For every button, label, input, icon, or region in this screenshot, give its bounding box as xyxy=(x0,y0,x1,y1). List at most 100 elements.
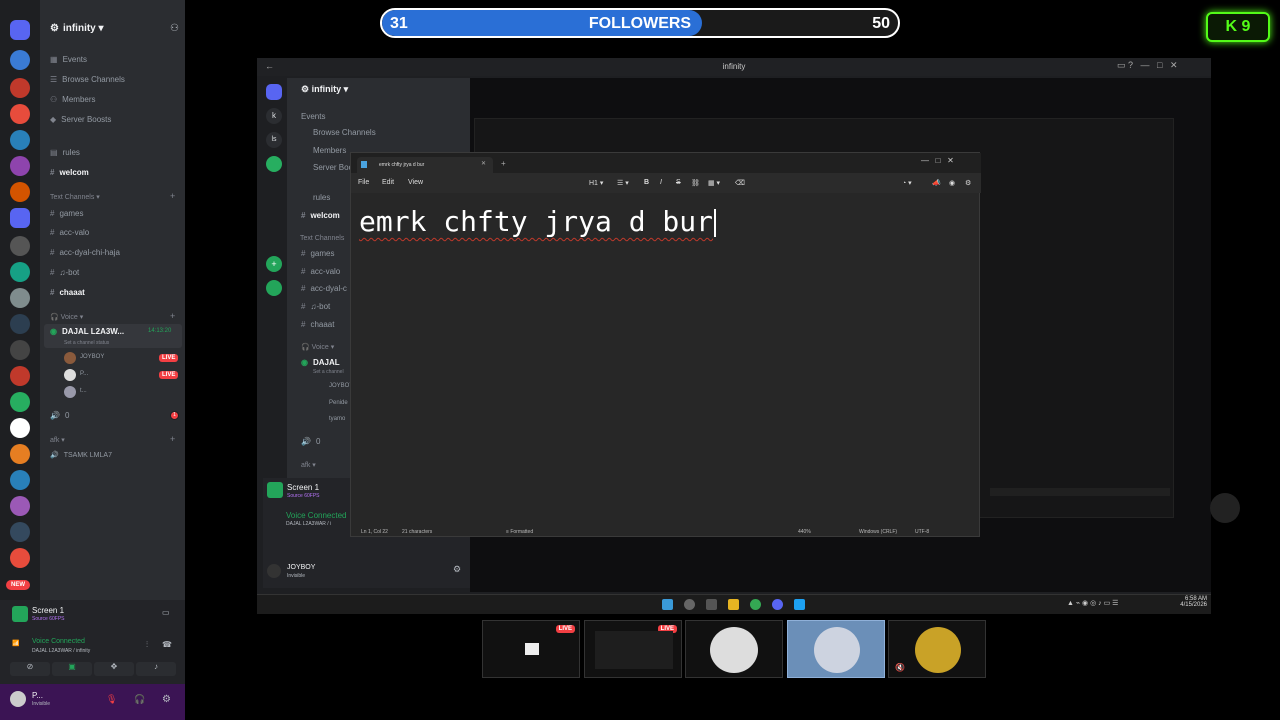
windows-start-icon[interactable] xyxy=(662,599,673,610)
voice-user-name[interactable]: Penide xyxy=(329,400,348,406)
avatar[interactable] xyxy=(10,691,26,707)
status-format[interactable]: ≡ Formatted xyxy=(506,529,533,535)
voice-category[interactable]: 🎧 Voice ▾ xyxy=(50,313,83,321)
channel-acc-valo[interactable]: # acc-valo xyxy=(50,228,89,237)
server-icon[interactable] xyxy=(266,156,282,172)
folder-icon[interactable] xyxy=(10,208,30,228)
server-icon[interactable] xyxy=(10,182,30,202)
server-icon[interactable] xyxy=(10,130,30,150)
status-encoding[interactable]: UTF-8 xyxy=(915,529,929,535)
server-icon[interactable] xyxy=(10,418,30,438)
username[interactable]: JOYBOY xyxy=(287,564,315,571)
channel-acc-dyal[interactable]: # acc-dyal-c xyxy=(301,284,347,293)
headphones-icon[interactable]: 🎧 xyxy=(134,694,145,705)
channel-chaaat[interactable]: # chaaat xyxy=(301,320,334,329)
add-channel-icon[interactable]: + xyxy=(170,311,175,321)
channel-chaaat[interactable]: # chaaat xyxy=(50,288,85,297)
strikethrough-icon[interactable]: S xyxy=(676,179,681,186)
avatar[interactable] xyxy=(64,352,76,364)
soundboard-button[interactable]: ♪ xyxy=(136,662,176,676)
afk-category[interactable]: afk ▾ xyxy=(301,461,316,469)
server-icon[interactable] xyxy=(10,366,30,386)
chrome-icon[interactable] xyxy=(750,599,761,610)
voice-user-name[interactable]: P... xyxy=(80,371,88,377)
avatar[interactable] xyxy=(64,369,76,381)
italic-icon[interactable]: I xyxy=(660,179,662,186)
bold-icon[interactable]: B xyxy=(644,179,649,186)
server-icon[interactable] xyxy=(10,314,30,334)
user-tile[interactable] xyxy=(685,620,783,678)
notepad-tab-title[interactable]: emrk chfty jrya d bur xyxy=(379,162,424,168)
notepad-editor[interactable]: emrk chfty jrya d bur xyxy=(359,205,717,238)
new-tab-icon[interactable]: + xyxy=(501,159,506,168)
menu-view[interactable]: View xyxy=(408,179,423,186)
voice-channel-0[interactable]: 🔊 0 xyxy=(301,437,320,446)
settings-gear-icon[interactable]: ⚙ xyxy=(162,694,171,705)
user-status[interactable]: Invisible xyxy=(287,573,305,579)
server-icon[interactable] xyxy=(10,496,30,516)
channel-bot[interactable]: # ♫-bot xyxy=(50,268,79,277)
announcement-icon[interactable]: 📣 xyxy=(932,179,941,187)
channel-status[interactable]: Set a channel xyxy=(313,369,344,375)
sidebar-item-members[interactable]: Members xyxy=(313,146,346,155)
sidebar-item-server-boosts[interactable]: Server Boo xyxy=(313,163,353,172)
discord-icon[interactable] xyxy=(772,599,783,610)
voice-path[interactable]: DAJAL L2A3WAR / i xyxy=(286,521,331,527)
channel-acc-dyal-chi-haja[interactable]: # acc-dyal-chi-haja xyxy=(50,248,120,257)
popout-icon[interactable]: ▭ xyxy=(162,608,170,617)
file-explorer-icon[interactable] xyxy=(728,599,739,610)
server-icon[interactable] xyxy=(10,392,30,412)
voice-connected-label[interactable]: Voice Connected xyxy=(32,638,85,645)
clear-format-icon[interactable]: ⌫ xyxy=(735,179,745,187)
server-icon[interactable] xyxy=(10,262,30,282)
server-icon[interactable] xyxy=(10,78,30,98)
status-line-ending[interactable]: Windows (CRLF) xyxy=(859,529,897,535)
server-icon[interactable] xyxy=(10,156,30,176)
avatar[interactable] xyxy=(64,386,76,398)
back-arrow-icon[interactable]: ← xyxy=(265,61,274,71)
stream-thumbnail[interactable]: LIVE xyxy=(482,620,580,678)
account-icon[interactable]: ◉ xyxy=(949,179,955,187)
add-friend-icon[interactable]: ⚇ xyxy=(170,23,179,34)
user-tile[interactable] xyxy=(787,620,885,678)
user-status[interactable]: Invisible xyxy=(32,701,50,707)
sidebar-item-events[interactable]: Events xyxy=(301,112,325,121)
discord-home-icon[interactable] xyxy=(266,84,282,100)
username[interactable]: P... xyxy=(32,691,43,700)
channel-bot[interactable]: # ♫-bot xyxy=(301,302,330,311)
settings-gear-icon[interactable]: ⚙ xyxy=(453,564,461,575)
voice-path[interactable]: DAJAL L2A3WAR / infinity xyxy=(32,648,90,654)
sidebar-item-server-boosts[interactable]: ◆ Server Boosts xyxy=(50,115,111,124)
mic-icon[interactable]: 🎙 xyxy=(106,694,117,705)
stream-server-name[interactable]: ⚙ infinity ▾ xyxy=(301,84,348,95)
server-icon[interactable] xyxy=(10,236,30,256)
server-icon[interactable] xyxy=(10,522,30,542)
heading-dropdown[interactable]: H1 ▾ xyxy=(589,179,603,187)
add-channel-icon[interactable]: + xyxy=(170,191,175,201)
channel-acc-valo[interactable]: # acc-valo xyxy=(301,267,340,276)
system-tray-icons[interactable]: ▲ ⌁ ◉ ◎ ♪ ▭ ☰ xyxy=(1067,599,1118,607)
share-screen-button[interactable]: ▣ xyxy=(52,662,92,676)
channel-games[interactable]: # games xyxy=(50,209,83,218)
voice-connected-label[interactable]: Voice Connected xyxy=(286,511,347,520)
voice-user-name[interactable]: tyamo xyxy=(329,416,345,422)
menu-file[interactable]: File xyxy=(358,179,369,186)
channel-games[interactable]: # games xyxy=(301,249,334,258)
server-icon[interactable] xyxy=(10,104,30,124)
close-tab-icon[interactable]: ✕ xyxy=(481,160,486,167)
disconnect-icon[interactable]: ☎ xyxy=(162,640,172,649)
channel-rules[interactable]: rules xyxy=(313,193,330,202)
add-server-icon[interactable]: + xyxy=(266,256,282,272)
sidebar-item-browse-channels[interactable]: Browse Channels xyxy=(313,128,376,137)
channel-welcom[interactable]: # welcom xyxy=(301,211,340,220)
link-icon[interactable]: ⛓ xyxy=(691,179,700,187)
taskbar-clock[interactable]: 6:58 AM 4/15/2026 xyxy=(1162,596,1207,608)
signal-icon[interactable]: 📶 xyxy=(12,640,19,647)
notepad-tab[interactable] xyxy=(357,157,493,173)
list-dropdown[interactable]: ☰ ▾ xyxy=(617,179,629,187)
voice-channel-name[interactable]: ◉ DAJAL L2A3W... xyxy=(50,327,124,336)
copilot-icon[interactable]: ◔ ▾ xyxy=(902,179,912,187)
window-controls[interactable]: ▭ ? — □ ✕ xyxy=(1117,60,1178,71)
sidebar-item-browse-channels[interactable]: ☰ Browse Channels xyxy=(50,75,125,84)
notepad-icon[interactable] xyxy=(794,599,805,610)
